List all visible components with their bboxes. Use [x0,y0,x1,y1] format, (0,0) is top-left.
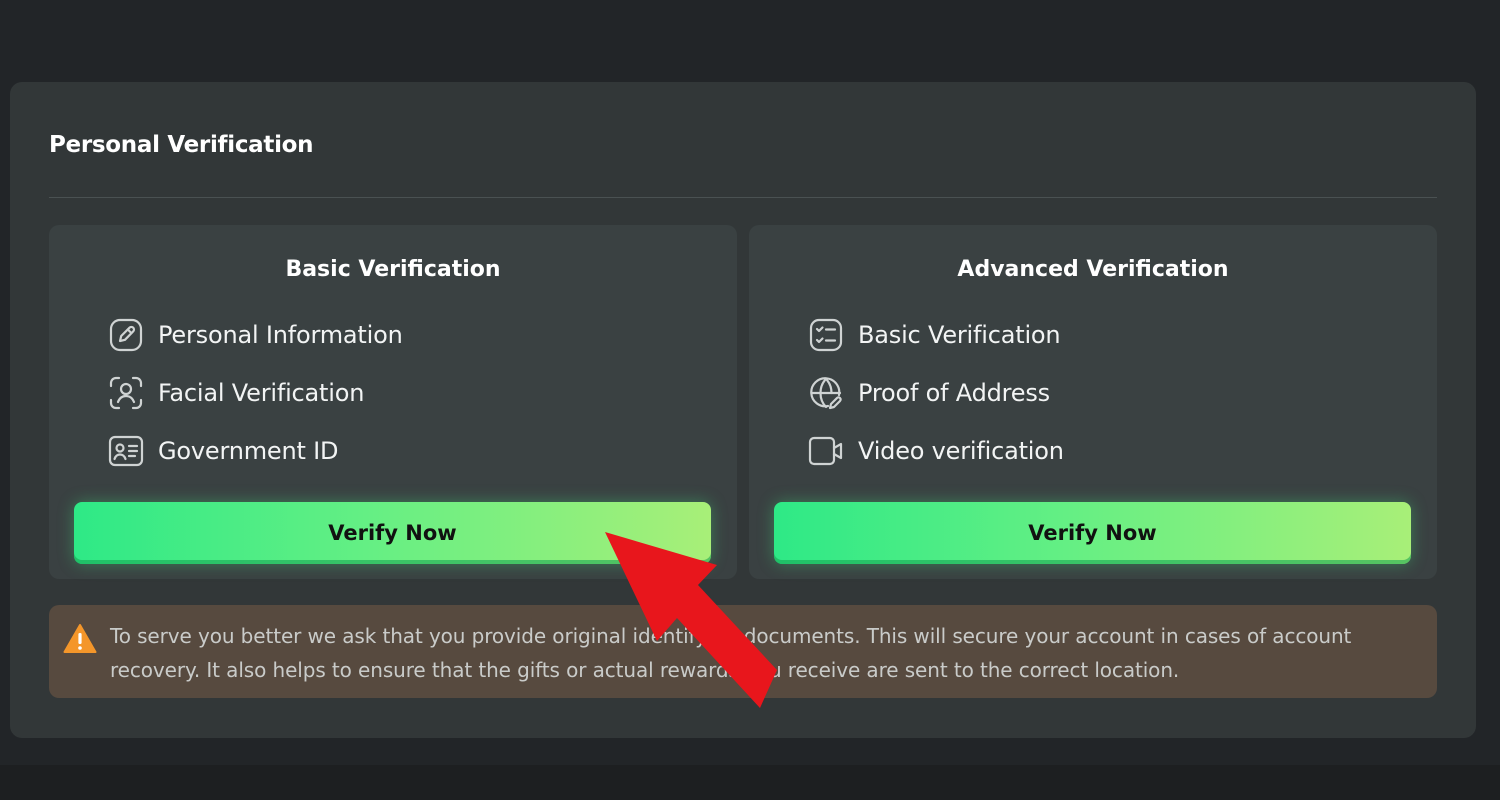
advanced-verify-now-button[interactable]: Verify Now [774,502,1411,564]
personal-verification-panel: Personal Verification Basic Verification… [10,82,1476,738]
video-icon [808,433,844,469]
feature-label: Basic Verification [858,321,1061,349]
feature-facial-verification: Facial Verification [108,375,364,411]
card-title: Basic Verification [285,257,501,282]
advanced-verification-card: Advanced Verification Basic Verification [749,225,1437,579]
feature-label: Video verification [858,437,1064,465]
feature-label: Facial Verification [158,379,365,407]
info-notice: To serve you better we ask that you prov… [49,605,1437,698]
panel-title: Personal Verification [49,132,314,158]
face-scan-icon [108,375,144,411]
feature-label: Government ID [158,437,339,465]
id-card-icon [108,433,144,469]
notice-text: To serve you better we ask that you prov… [110,624,1352,682]
feature-video-verification: Video verification [808,433,1064,469]
divider [49,197,1437,198]
card-title: Advanced Verification [957,257,1229,282]
basic-verification-card: Basic Verification Personal Information [49,225,737,579]
feature-basic-verification: Basic Verification [808,317,1061,353]
feature-government-id: Government ID [108,433,338,469]
checklist-icon [808,317,844,353]
page-footer-band [0,765,1500,800]
feature-label: Personal Information [158,321,403,349]
globe-icon [808,375,844,411]
feature-personal-information: Personal Information [108,317,403,353]
edit-icon [108,317,144,353]
basic-verify-now-button[interactable]: Verify Now [74,502,711,564]
warning-icon [63,623,97,655]
feature-proof-of-address: Proof of Address [808,375,1050,411]
feature-label: Proof of Address [858,379,1050,407]
